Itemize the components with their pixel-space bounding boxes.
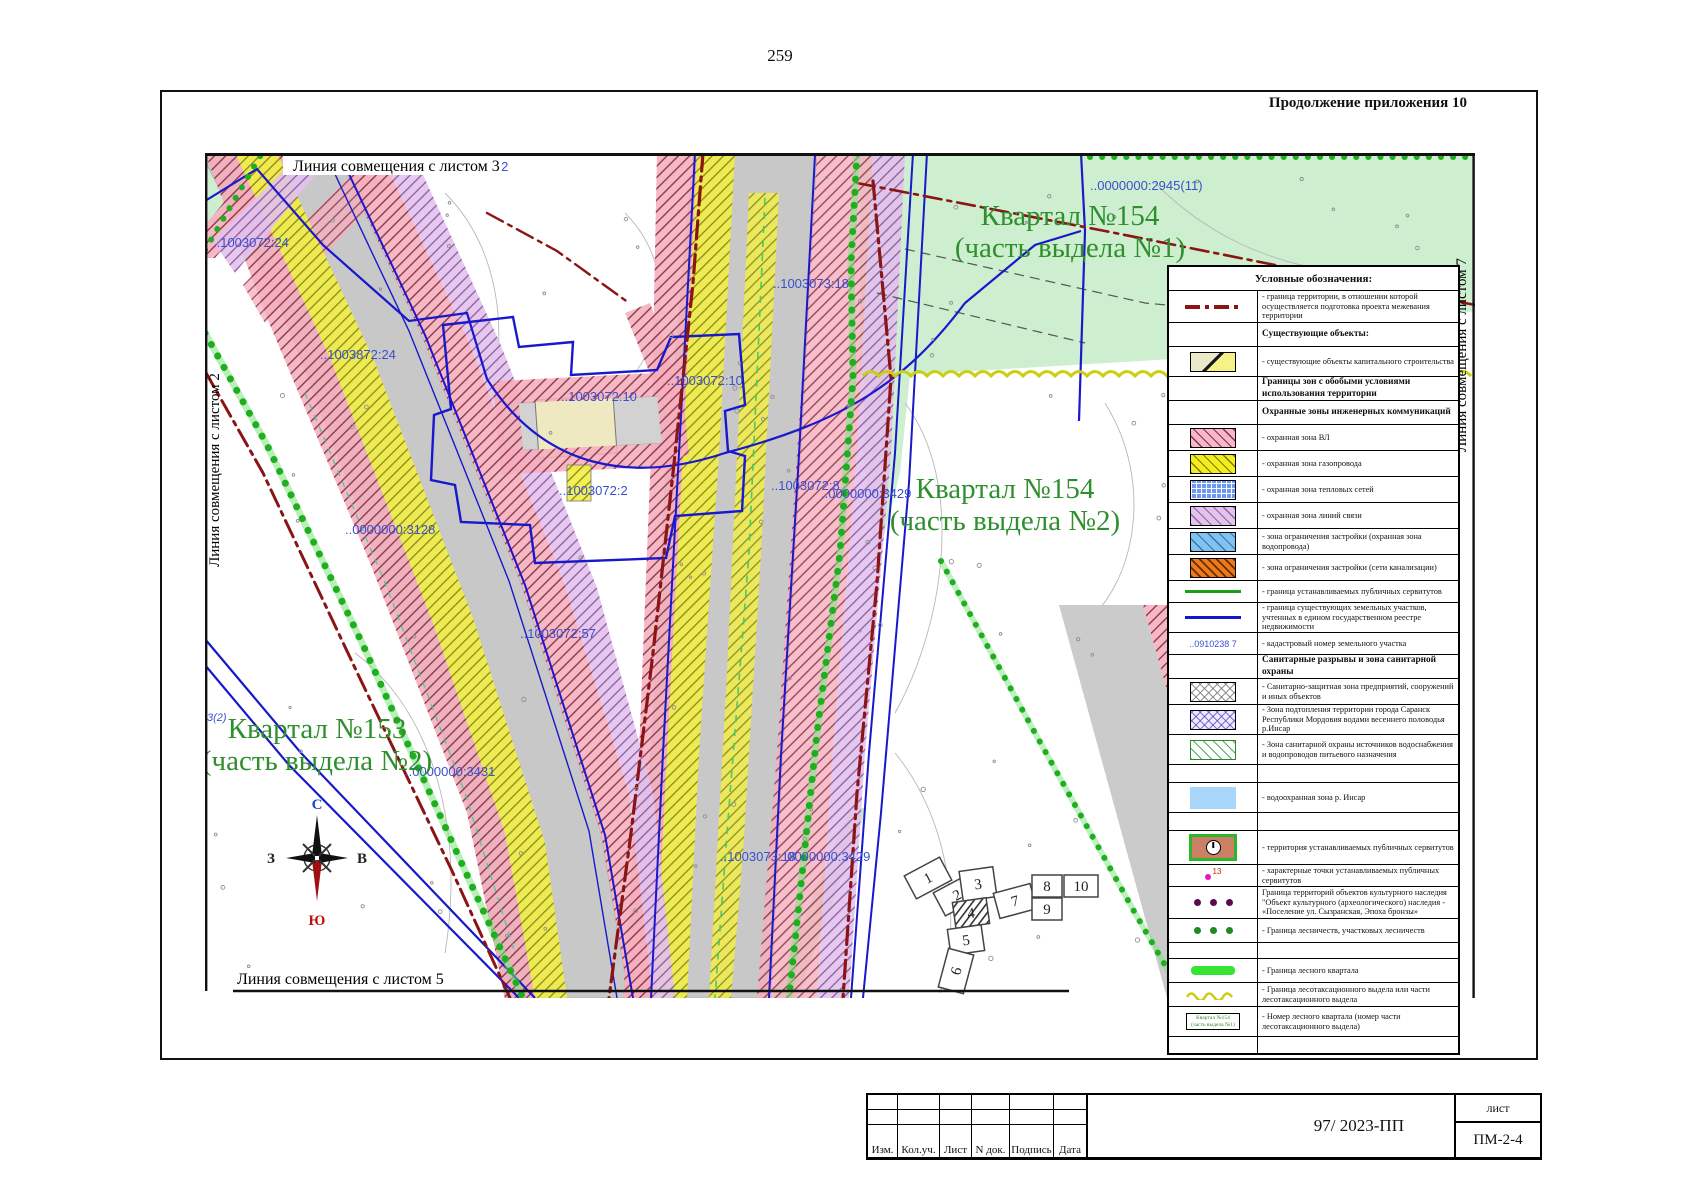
cadastral-label: ..1003072:10 (561, 389, 637, 404)
heritage-boundary-icon (1194, 899, 1233, 906)
title-block-revision-table: Изм. Кол.уч. Лист N док. Подпись Дата (868, 1095, 1088, 1157)
quarter-154-2-line2: (часть выдела №2) (890, 505, 1120, 537)
compass-east-label: В (357, 851, 367, 867)
cadastral-label: ..1003872:24 (320, 347, 396, 362)
legend-label: - Зона санитарной охраны источников водо… (1258, 739, 1458, 761)
legend-label: - охранная зона тепловых сетей (1258, 484, 1458, 496)
legend-label: - территория устанавливаемых публичных с… (1258, 842, 1458, 854)
forestry-boundary-icon (1194, 927, 1233, 934)
heat-network-zone-icon (1190, 480, 1236, 500)
compass-north-label: С (312, 797, 323, 813)
legend-label: - Граница лесотаксационного выдела или ч… (1258, 984, 1458, 1006)
water-protection-zone-icon (1190, 787, 1236, 809)
compass-west-label: З (267, 851, 275, 867)
column-ndok: N док. (972, 1125, 1010, 1157)
legend-label: - Зона подтопления территории города Сар… (1258, 704, 1458, 736)
column-list: Лист (940, 1125, 972, 1157)
gas-zone-icon (1190, 454, 1236, 474)
wavy-line-icon (1185, 990, 1241, 1000)
legend-label: - существующие объекты капитального стро… (1258, 356, 1458, 368)
legend-label: - граница устанавливаемых публичных серв… (1258, 586, 1458, 598)
legend-label: - характерные точки устанавливаемых публ… (1258, 865, 1458, 887)
water-source-protection-icon (1190, 740, 1236, 760)
cadastral-label: ..0000000:3128 (345, 522, 435, 537)
sanitary-zone-icon (1190, 682, 1236, 702)
powerline-zone-icon (1190, 428, 1236, 448)
cadastral-label: 3(2) (207, 712, 227, 724)
sheet-number: 10 (1074, 879, 1089, 895)
legend-label: - Санитарно-защитная зона предприятий, с… (1258, 681, 1458, 703)
forest-quarter-boundary-icon (1191, 966, 1235, 975)
legend-label: - Граница лесничеств, участковых лесниче… (1258, 925, 1458, 937)
match-line-top-label: Линия совмещения с листом 3 (293, 158, 500, 175)
legend-subheader: Санитарные разрывы и зона санитарной охр… (1258, 654, 1458, 678)
legend-label: - охранная зона ВЛ (1258, 432, 1458, 444)
legend-label: - водоохранная зона р. Инсар (1258, 792, 1458, 804)
column-data: Дата (1054, 1125, 1086, 1157)
cadastral-label: ..1003072:10 (667, 373, 743, 388)
appendix-continuation-label: Продолжение приложения 10 (160, 95, 1467, 112)
cadastral-label: ..1003073:18 (773, 276, 849, 291)
compass-south-label: Ю (309, 913, 326, 929)
cadastral-label: ..1003072:2 (559, 483, 628, 498)
legend-panel: Условные обозначения: - граница территор… (1167, 265, 1460, 1055)
column-koluch: Кол.уч. (898, 1125, 940, 1157)
cadastral-number-sample: ..0910238 7 (1189, 639, 1237, 649)
sheet-label: лист (1456, 1095, 1540, 1123)
sheet-code-cell: лист ПМ-2-4 (1456, 1095, 1540, 1157)
sewer-zone-icon (1190, 558, 1236, 578)
flood-zone-icon (1190, 710, 1236, 730)
legend-label: - граница существующих земельных участко… (1258, 602, 1458, 634)
legend-title: Условные обозначения: (1169, 273, 1458, 285)
legend-label: - зона ограничения застройки (сети канал… (1258, 562, 1458, 574)
page-number: 259 (160, 46, 1400, 66)
existing-object-icon (1190, 352, 1236, 372)
match-line-left-label: Линия совмещения с листом 2 (207, 373, 223, 567)
cadastral-label: ..0000000:3429 (780, 849, 870, 864)
comms-zone-icon (1190, 506, 1236, 526)
water-pipe-zone-icon (1190, 532, 1236, 552)
legend-label: - охранная зона линий связи (1258, 510, 1458, 522)
column-izm: Изм. (868, 1125, 898, 1157)
quarter-153-2-line2: (часть выдела №2) (205, 745, 432, 777)
clock-icon (1206, 840, 1221, 855)
legend-label: - граница территории, в отношении которо… (1258, 291, 1458, 323)
sheet-number: 9 (1043, 902, 1051, 918)
quarter-154-1-line1: Квартал №154 (981, 200, 1160, 232)
quarter-number-sample: Квартал №154(часть выдела №1) (1186, 1013, 1240, 1031)
column-podpis: Подпись (1010, 1125, 1054, 1157)
cadastral-label: ..0000000:2945(11) (1090, 178, 1203, 193)
cadastral-label: ..1003072:24 (213, 235, 289, 250)
quarter-154-1-line2: (часть выдела №1) (955, 232, 1185, 264)
dashdot-boundary-icon (1185, 305, 1241, 309)
characteristic-point-icon: 13 (1205, 867, 1222, 885)
legend-subheader: Охранные зоны инженерных коммуникаций (1258, 406, 1458, 419)
legend-label: - Номер лесного квартала (номер части ле… (1258, 1011, 1458, 1033)
legend-label: - кадастровый номер земельного участка (1258, 638, 1458, 650)
sheet-number: 8 (1043, 879, 1051, 895)
legend-label: - Граница лесного квартала (1258, 965, 1458, 977)
quarter-153-2-line1: Квартал №153 (228, 713, 407, 745)
servitude-boundary-icon (1185, 590, 1241, 593)
legend-label: - зона ограничения застройки (охранная з… (1258, 531, 1458, 553)
legend-subheader: Границы зон с обобыми условиями использо… (1258, 376, 1458, 400)
plan-sheet-page: 259 Продолжение приложения 10 (0, 0, 1696, 1200)
legend-label: - охранная зона газопровода (1258, 458, 1458, 470)
sheet-code: ПМ-2-4 (1456, 1123, 1540, 1157)
legend-label: Граница территорий объектов культурного … (1258, 887, 1458, 919)
title-block: Изм. Кол.уч. Лист N док. Подпись Дата 97… (866, 1093, 1542, 1160)
legend-subheader: Существующие объекты: (1258, 328, 1458, 341)
match-line-bottom-label: Линия совмещения с листом 5 (237, 971, 444, 988)
cadastral-label: ..1003072:57 (520, 626, 596, 641)
document-number: 97/ 2023-ПП (1088, 1095, 1456, 1157)
quarter-154-2-line1: Квартал №154 (916, 473, 1095, 505)
parcel-boundary-icon (1185, 616, 1241, 620)
servitude-territory-icon (1189, 834, 1237, 861)
cadastral-label: ..0000000:3429 (821, 486, 911, 501)
